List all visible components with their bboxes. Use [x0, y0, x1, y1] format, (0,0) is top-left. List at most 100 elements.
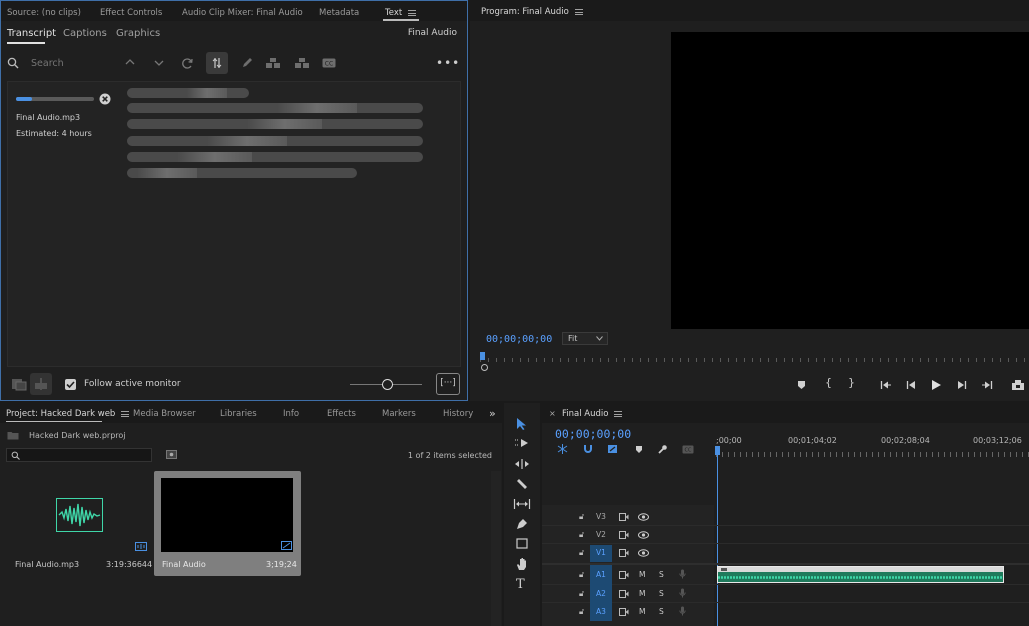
lock-icon[interactable]: 🔓︎ [579, 548, 584, 558]
ripple-edit-tool-icon[interactable] [514, 458, 530, 470]
mark-out-icon[interactable]: } [848, 377, 855, 388]
project-search-field[interactable] [6, 448, 152, 462]
tab-media-browser[interactable]: Media Browser [133, 409, 196, 419]
lock-icon[interactable]: 🔓︎ [579, 530, 584, 540]
new-bin-icon[interactable] [166, 450, 177, 459]
program-ruler[interactable] [480, 352, 1029, 364]
align-button[interactable] [30, 373, 52, 395]
track-select-tool-icon[interactable] [514, 438, 530, 448]
sync-lock-icon[interactable] [619, 608, 629, 616]
solo-button[interactable]: S [659, 570, 664, 579]
timeline-ruler[interactable] [716, 447, 1029, 457]
eye-icon[interactable] [638, 513, 649, 521]
caption-button[interactable]: [···] [436, 373, 460, 395]
follow-monitor-checkbox[interactable] [65, 379, 76, 390]
tab-effects[interactable]: Effects [327, 409, 356, 419]
slip-tool-icon[interactable] [513, 498, 531, 510]
track-label-a1[interactable]: A1 [590, 567, 612, 583]
timeline-timecode[interactable]: 00;00;00;00 [555, 427, 631, 441]
track-label-v2[interactable]: V2 [590, 527, 612, 543]
insert-nest-icon[interactable] [557, 444, 568, 454]
export-transcript-icon[interactable] [11, 377, 27, 391]
sync-lock-icon[interactable] [619, 531, 629, 539]
tab-audio-clip-mixer[interactable]: Audio Clip Mixer: Final Audio [182, 8, 303, 18]
subtab-captions[interactable]: Captions [63, 28, 107, 39]
microphone-icon[interactable] [679, 606, 686, 616]
split-segment-button[interactable] [206, 52, 228, 74]
track-label-v3[interactable]: V3 [590, 509, 612, 525]
sync-lock-icon[interactable] [619, 513, 629, 521]
fit-select[interactable]: Fit [562, 332, 608, 345]
program-playhead[interactable] [480, 352, 485, 360]
panel-menu-icon[interactable] [614, 410, 623, 417]
hand-tool-icon[interactable] [515, 557, 529, 571]
add-marker-icon[interactable] [635, 445, 643, 454]
sync-lock-icon[interactable] [619, 590, 629, 598]
selection-tool-icon[interactable] [516, 417, 528, 431]
type-tool-icon[interactable]: T [516, 577, 525, 592]
search-input[interactable] [31, 55, 111, 71]
speaker-split-icon[interactable] [294, 57, 310, 69]
lock-icon[interactable]: 🔓︎ [579, 512, 584, 522]
microphone-icon[interactable] [679, 588, 686, 598]
tab-markers[interactable]: Markers [382, 409, 416, 419]
lock-icon[interactable]: 🔓︎ [579, 570, 584, 580]
tab-history[interactable]: History [443, 409, 473, 419]
subtab-transcript[interactable]: Transcript [7, 28, 56, 39]
sync-lock-icon[interactable] [619, 571, 629, 579]
track-label-a2[interactable]: A2 [590, 586, 612, 602]
solo-button[interactable]: S [659, 589, 664, 598]
project-item-sequence[interactable]: Final Audio 3;19;24 [154, 471, 301, 576]
razor-tool-icon[interactable] [516, 478, 528, 490]
mark-in-icon[interactable]: { [825, 377, 832, 388]
eye-icon[interactable] [638, 549, 649, 557]
linked-selection-icon[interactable] [607, 444, 618, 454]
tab-text[interactable]: Text [385, 8, 417, 18]
go-to-out-icon[interactable] [981, 380, 993, 390]
closed-captions-icon[interactable]: CC [322, 58, 336, 68]
microphone-icon[interactable] [679, 569, 686, 579]
panel-menu-icon[interactable] [574, 8, 583, 15]
tab-effect-controls[interactable]: Effect Controls [100, 8, 162, 18]
pencil-icon[interactable] [241, 57, 253, 69]
subtab-graphics[interactable]: Graphics [116, 28, 160, 39]
export-frame-icon[interactable] [1011, 379, 1025, 391]
audio-clip[interactable] [717, 566, 1004, 583]
project-item-audio[interactable]: Final Audio.mp3 3:19:36644 [8, 471, 152, 577]
timeline-playhead[interactable] [715, 446, 720, 455]
eye-icon[interactable] [638, 531, 649, 539]
go-to-in-icon[interactable] [880, 380, 892, 390]
tab-libraries[interactable]: Libraries [220, 409, 257, 419]
panel-menu-icon[interactable] [121, 410, 130, 417]
snap-icon[interactable] [583, 444, 593, 454]
lock-icon[interactable]: 🔓︎ [579, 607, 584, 617]
panel-menu-icon[interactable] [408, 9, 417, 16]
more-tabs-icon[interactable]: » [489, 407, 496, 420]
rectangle-tool-icon[interactable] [516, 538, 528, 549]
tab-sequence[interactable]: Final Audio [562, 409, 623, 419]
close-sequence-icon[interactable]: × [549, 409, 556, 418]
pen-tool-icon[interactable] [516, 518, 528, 530]
more-options-icon[interactable]: ••• [436, 57, 460, 69]
sync-icon[interactable] [181, 57, 194, 70]
chevron-up-icon[interactable] [125, 58, 135, 66]
lock-icon[interactable]: 🔓︎ [579, 589, 584, 599]
speaker-merge-icon[interactable] [265, 57, 281, 69]
tab-source[interactable]: Source: (no clips) [7, 8, 81, 18]
cancel-transcribe-icon[interactable] [99, 93, 111, 105]
track-label-a3[interactable]: A3 [590, 604, 612, 620]
chevron-down-icon[interactable] [154, 59, 164, 67]
mute-button[interactable]: M [639, 570, 645, 579]
solo-button[interactable]: S [659, 607, 664, 616]
tab-info[interactable]: Info [283, 409, 299, 419]
step-back-icon[interactable] [906, 380, 916, 390]
project-scrollbar[interactable] [491, 471, 501, 626]
captions-track-icon[interactable]: CC [682, 445, 694, 454]
step-forward-icon[interactable] [957, 380, 967, 390]
wrench-icon[interactable] [657, 444, 668, 455]
zoom-slider-handle[interactable] [382, 379, 393, 390]
search-icon[interactable] [7, 57, 19, 69]
program-timecode[interactable]: 00;00;00;00 [486, 334, 552, 345]
tab-metadata[interactable]: Metadata [319, 8, 359, 18]
sync-lock-icon[interactable] [619, 549, 629, 557]
